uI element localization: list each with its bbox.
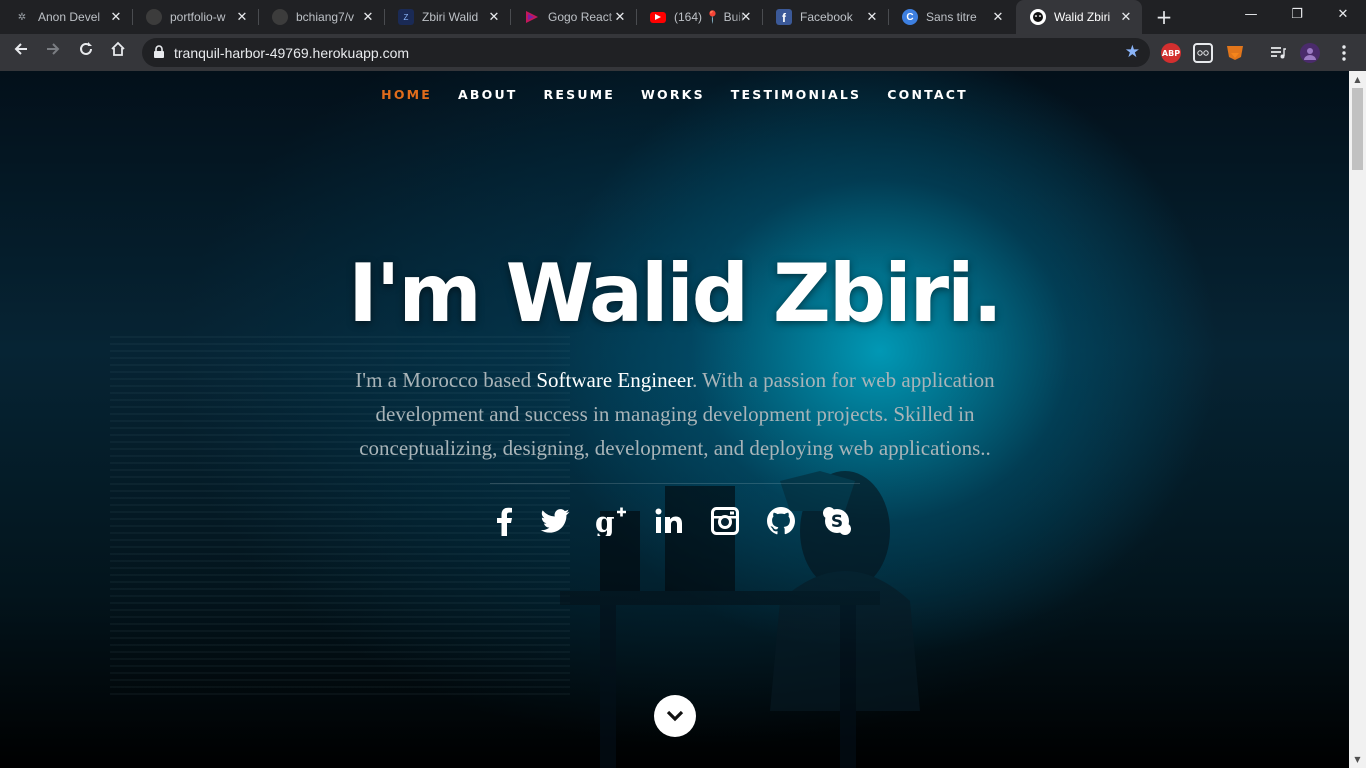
linkedin-link[interactable]: [652, 503, 686, 539]
intro-highlight: Software Engineer: [536, 368, 693, 392]
skype-icon: S: [823, 507, 851, 535]
tab-portfolio[interactable]: portfolio-w ✕: [132, 0, 258, 34]
gear-icon: ✲: [17, 11, 27, 23]
intro-paragraph: I'm a Morocco based Software Engineer. W…: [320, 363, 1030, 465]
tab-facebook[interactable]: f Facebook ✕: [762, 0, 888, 34]
tab-zbiri-walid[interactable]: Z Zbiri Walid ✕: [384, 0, 510, 34]
svg-text:S: S: [831, 512, 843, 532]
close-icon[interactable]: ✕: [360, 9, 376, 25]
tab-bchiang7[interactable]: bchiang7/v ✕: [258, 0, 384, 34]
tab-title: portfolio-w: [170, 10, 226, 24]
background-hacker-desk-image: [560, 471, 920, 768]
address-bar[interactable]: tranquil-harbor-49769.herokuapp.com ★: [142, 38, 1150, 67]
nav-home[interactable]: HOME: [368, 87, 445, 102]
tab-gogo-react[interactable]: Gogo React ✕: [510, 0, 636, 34]
close-icon[interactable]: ✕: [738, 9, 754, 25]
tab-title: (164) 📍 Buil: [674, 10, 744, 24]
tab-youtube[interactable]: (164) 📍 Buil ✕: [636, 0, 762, 34]
github-icon: [146, 9, 162, 25]
tab-anon-devel[interactable]: ✲ Anon Devel ✕: [0, 0, 132, 34]
google-plus-link[interactable]: g: [594, 503, 628, 539]
hero-divider: [490, 483, 860, 484]
browser-menu-button[interactable]: [1334, 43, 1354, 63]
url-text: tranquil-harbor-49769.herokuapp.com: [174, 45, 410, 61]
tab-walid-zbiri[interactable]: Walid Zbiri ✕: [1016, 0, 1142, 34]
close-icon[interactable]: ✕: [108, 9, 124, 25]
arrow-left-icon: [14, 43, 27, 55]
arrow-right-icon: [47, 43, 60, 55]
linkedin-icon: [655, 508, 682, 533]
bookmark-star-icon[interactable]: ★: [1125, 42, 1140, 62]
back-button[interactable]: [8, 39, 34, 65]
tab-title: Anon Devel: [38, 10, 101, 24]
github-link[interactable]: [764, 503, 798, 539]
google-plus-icon: g: [595, 506, 626, 536]
z-logo-icon: Z: [398, 9, 414, 25]
scrollbar-thumb[interactable]: [1352, 88, 1363, 170]
canva-icon: C: [902, 9, 918, 25]
tab-title: Zbiri Walid: [422, 10, 479, 24]
chevron-down-icon: [666, 710, 684, 722]
page-title: I'm Walid Zbiri.: [348, 247, 1003, 340]
abp-icon[interactable]: ABP: [1161, 43, 1181, 63]
tab-title: Facebook: [800, 10, 853, 24]
close-icon[interactable]: ✕: [234, 9, 250, 25]
tab-title: bchiang7/v: [296, 10, 355, 24]
kebab-menu-icon: [1342, 45, 1346, 61]
close-icon[interactable]: ✕: [612, 9, 628, 25]
close-icon[interactable]: ✕: [990, 9, 1006, 25]
instagram-link[interactable]: [708, 503, 742, 539]
hero-section: HOME ABOUT RESUME WORKS TESTIMONIALS CON…: [0, 71, 1349, 768]
tab-title: Walid Zbiri: [1054, 10, 1111, 24]
facebook-link[interactable]: [488, 503, 522, 539]
fox-icon[interactable]: [1225, 43, 1245, 63]
close-icon[interactable]: ✕: [864, 9, 880, 25]
svg-text:g: g: [595, 506, 615, 536]
glasses-icon[interactable]: [1193, 43, 1213, 63]
youtube-icon: [650, 11, 666, 23]
anonymous-mask-icon: [1030, 9, 1046, 25]
nav-testimonials[interactable]: TESTIMONIALS: [718, 87, 874, 102]
facebook-icon: f: [776, 9, 792, 25]
restore-button[interactable]: ❐: [1274, 0, 1320, 30]
playlist-icon[interactable]: [1268, 43, 1288, 63]
tab-sans-titre[interactable]: C Sans titre ✕: [888, 0, 1014, 34]
tab-title: Gogo React: [548, 10, 613, 24]
nav-works[interactable]: WORKS: [628, 87, 718, 102]
scroll-down-arrow-icon[interactable]: ▼: [1349, 751, 1366, 768]
skype-link[interactable]: S: [820, 503, 854, 539]
reload-icon: [80, 42, 92, 55]
profile-icon[interactable]: [1300, 43, 1320, 63]
intro-text-before: I'm a Morocco based: [355, 368, 537, 392]
minimize-button[interactable]: —: [1228, 0, 1274, 30]
twitter-link[interactable]: [538, 503, 572, 539]
close-icon[interactable]: ✕: [1118, 9, 1134, 25]
page-scrollbar[interactable]: ▲ ▼: [1349, 71, 1366, 768]
main-navigation: HOME ABOUT RESUME WORKS TESTIMONIALS CON…: [0, 87, 1349, 102]
new-tab-button[interactable]: +: [1152, 5, 1176, 29]
github-icon: [272, 9, 288, 25]
home-icon: [111, 41, 125, 56]
instagram-icon: [711, 507, 739, 535]
nav-resume[interactable]: RESUME: [531, 87, 629, 102]
social-links: g S: [490, 503, 860, 543]
tab-title: Sans titre: [926, 10, 977, 24]
tab-strip: ✲ Anon Devel ✕ portfolio-w ✕ bchiang7/v …: [0, 0, 1366, 34]
close-icon[interactable]: ✕: [486, 9, 502, 25]
github-icon: [767, 507, 795, 535]
twitter-icon: [540, 509, 570, 533]
reload-button[interactable]: [73, 39, 99, 65]
scroll-down-button[interactable]: [654, 695, 696, 737]
scroll-up-arrow-icon[interactable]: ▲: [1349, 71, 1366, 88]
nav-about[interactable]: ABOUT: [445, 87, 531, 102]
close-window-button[interactable]: ✕: [1320, 0, 1366, 30]
triangle-logo-icon: [524, 9, 540, 25]
forward-button[interactable]: [40, 39, 66, 65]
home-button[interactable]: [105, 39, 131, 65]
lock-icon: [154, 45, 164, 58]
nav-contact[interactable]: CONTACT: [874, 87, 981, 102]
facebook-icon: [497, 507, 512, 536]
browser-toolbar: tranquil-harbor-49769.herokuapp.com ★ AB…: [0, 34, 1366, 71]
